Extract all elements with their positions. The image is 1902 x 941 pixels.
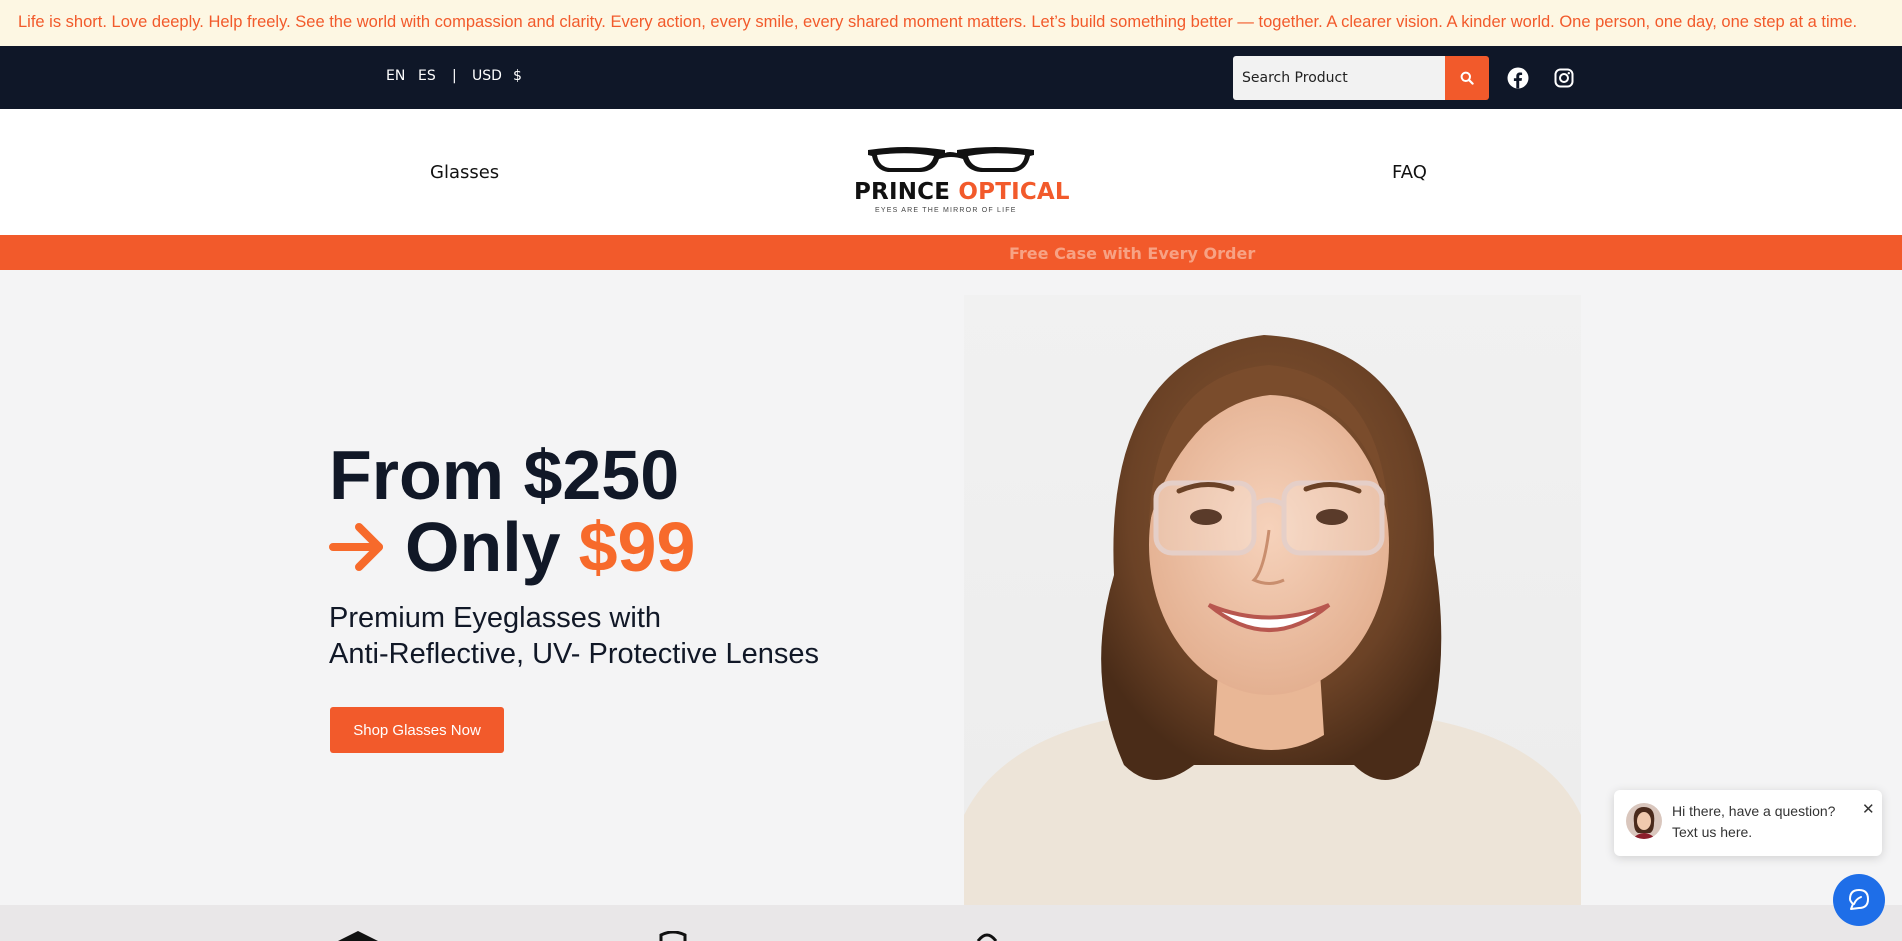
graduation-cap-icon [338, 931, 378, 941]
search-button[interactable] [1445, 56, 1489, 100]
hero-model-image [964, 295, 1581, 905]
close-icon[interactable]: ✕ [1862, 800, 1875, 818]
search-input[interactable]: Search Product [1233, 56, 1445, 100]
instagram-link[interactable] [1552, 66, 1576, 90]
model-illustration [964, 335, 1581, 905]
chat-launcher-button[interactable] [1833, 874, 1885, 926]
logo-wordmark: PRINCE OPTICAL [854, 179, 1070, 205]
language-currency-separator: | [452, 68, 457, 84]
logo-optical: OPTICAL [958, 179, 1070, 205]
features-strip [0, 905, 1902, 941]
nav-glasses[interactable]: Glasses [430, 162, 499, 183]
currency-code[interactable]: USD [472, 68, 502, 84]
instagram-icon [1554, 68, 1574, 88]
chat-icon [1849, 889, 1869, 910]
top-utility-bar: EN ES | USD $ Search Product [0, 46, 1902, 109]
announcement-bar: Life is short. Love deeply. Help freely.… [0, 0, 1902, 46]
hero-subtitle: Premium Eyeglasses with Anti-Reflective,… [329, 600, 819, 672]
hero-headline-only: Only $99 [329, 512, 695, 582]
glasses-logo-icon [868, 147, 1034, 172]
chat-message: Hi there, have a question? Text us here. [1672, 801, 1852, 843]
shield-icon [659, 931, 687, 941]
language-es[interactable]: ES [418, 68, 436, 84]
search-placeholder: Search Product [1242, 70, 1348, 86]
chat-line2: Text us here. [1672, 824, 1753, 840]
logo-prince: PRINCE [854, 179, 951, 205]
chat-agent-avatar [1626, 803, 1662, 839]
promo-strip: Free Case with Every Order [0, 235, 1902, 270]
no-symbol-icon [976, 933, 998, 941]
currency-symbol[interactable]: $ [513, 68, 522, 84]
hero-subtitle-line1: Premium Eyeglasses with [329, 602, 661, 634]
chat-line1: Hi there, have a question? [1672, 803, 1836, 819]
facebook-icon [1507, 67, 1529, 89]
hero-subtitle-line2: Anti-Reflective, UV- Protective Lenses [329, 638, 819, 670]
announcement-text: Life is short. Love deeply. Help freely.… [18, 13, 1858, 31]
site-header: Glasses PRINCE OPTICAL EYES ARE THE MIRR… [0, 109, 1902, 235]
shop-glasses-button[interactable]: Shop Glasses Now [330, 707, 504, 753]
nav-faq[interactable]: FAQ [1392, 162, 1427, 183]
hero-price: $99 [578, 508, 696, 586]
promo-text: Free Case with Every Order [1009, 244, 1256, 263]
arrow-right-icon [329, 523, 383, 571]
logo-tagline: EYES ARE THE MIRROR OF LIFE [875, 207, 1017, 214]
chat-prompt-bubble[interactable]: Hi there, have a question? Text us here.… [1614, 790, 1882, 856]
hero-only-label: Only [405, 508, 561, 586]
hero-headline-from: From $250 [329, 436, 680, 514]
logo[interactable]: PRINCE OPTICAL EYES ARE THE MIRROR OF LI… [851, 143, 1070, 217]
language-en[interactable]: EN [386, 68, 405, 84]
facebook-link[interactable] [1506, 66, 1530, 90]
search-icon [1460, 71, 1474, 85]
